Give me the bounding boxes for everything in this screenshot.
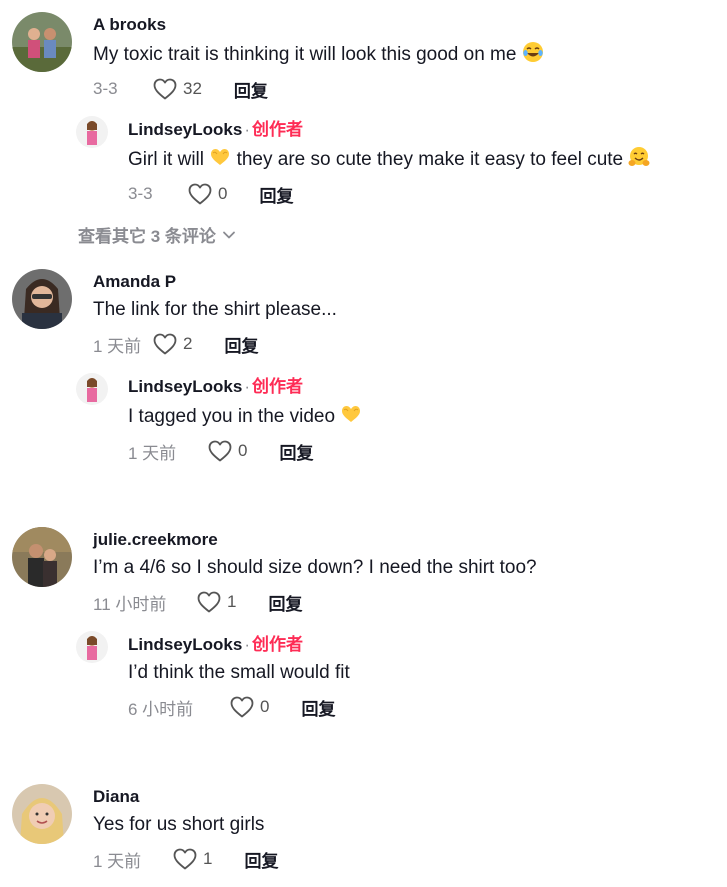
avatar[interactable] xyxy=(76,116,108,148)
username-row: LindseyLooks · 创作者 xyxy=(128,377,362,397)
comment-meta: 3-3 32 回复 xyxy=(93,77,544,101)
username[interactable]: LindseyLooks xyxy=(128,635,242,654)
like-count: 0 xyxy=(238,441,248,460)
comment-text: I tagged you in the video xyxy=(128,403,362,429)
reply-button[interactable]: 回复 xyxy=(224,332,258,357)
comment-text: The link for the shirt please... xyxy=(93,299,337,320)
heart-hands-emoji-icon xyxy=(340,403,362,425)
heart-icon xyxy=(208,440,232,462)
separator: · xyxy=(244,120,250,139)
username[interactable]: LindseyLooks xyxy=(128,377,242,396)
creator-badge: 创作者 xyxy=(251,377,303,396)
like-button[interactable]: 0 xyxy=(188,183,227,205)
comment-text: I’d think the small would fit xyxy=(128,662,350,683)
comment-date: 3-3 xyxy=(128,184,153,203)
comment-date: 11 小时前 xyxy=(93,594,167,614)
heart-icon xyxy=(197,591,221,613)
heart-icon xyxy=(153,333,177,355)
like-count: 1 xyxy=(227,592,237,611)
reply-button[interactable]: 回复 xyxy=(259,182,293,207)
reply-button[interactable]: 回复 xyxy=(234,77,268,102)
reply-button[interactable]: 回复 xyxy=(268,590,302,615)
like-button[interactable]: 0 xyxy=(208,440,247,462)
comment-meta: 11 小时前 1 回复 xyxy=(93,590,537,614)
comment-meta: 6 小时前 0 回复 xyxy=(128,695,350,719)
avatar[interactable] xyxy=(76,631,108,663)
separator: · xyxy=(244,377,250,396)
comment-meta: 1 天前 0 回复 xyxy=(128,439,362,463)
heart-icon xyxy=(188,183,212,205)
hugging-face-emoji-icon xyxy=(628,146,650,168)
comment: julie.creekmore I’m a 4/6 so I should si… xyxy=(93,530,537,614)
comment-date: 3-3 xyxy=(93,79,118,98)
username[interactable]: LindseyLooks xyxy=(128,120,242,139)
separator: · xyxy=(244,635,250,654)
heart-icon xyxy=(153,78,177,100)
avatar[interactable] xyxy=(76,373,108,405)
comment: Amanda P The link for the shirt please..… xyxy=(93,272,337,356)
like-button[interactable]: 2 xyxy=(153,333,192,355)
like-count: 0 xyxy=(218,184,228,203)
reply-comment: LindseyLooks · 创作者 I’d think the small wou… xyxy=(128,635,350,719)
tears-of-joy-emoji-icon xyxy=(522,41,544,63)
comment-text: Girl it will they are so cute they make … xyxy=(128,146,650,172)
like-count: 32 xyxy=(183,79,202,98)
like-count: 1 xyxy=(203,849,213,868)
like-button[interactable]: 0 xyxy=(230,696,269,718)
username[interactable]: julie.creekmore xyxy=(93,530,537,550)
avatar[interactable] xyxy=(12,784,72,844)
like-button[interactable]: 1 xyxy=(173,848,212,870)
comment: Diana Yes for us short girls 1 天前 1 回复 xyxy=(93,787,278,871)
username[interactable]: Amanda P xyxy=(93,272,337,292)
reply-comment: LindseyLooks · 创作者 I tagged you in the vid… xyxy=(128,377,362,463)
username-row: LindseyLooks · 创作者 xyxy=(128,120,650,140)
comment-date: 1 天前 xyxy=(128,443,177,463)
comment-meta: 1 天前 2 回复 xyxy=(93,332,337,356)
avatar[interactable] xyxy=(12,12,72,72)
view-more-replies-button[interactable]: 查看其它 3 条评论 xyxy=(78,222,236,247)
username-row: LindseyLooks · 创作者 xyxy=(128,635,350,655)
avatar[interactable] xyxy=(12,269,72,329)
comment-text: Yes for us short girls xyxy=(93,814,265,835)
username[interactable]: A brooks xyxy=(93,15,544,35)
comment-meta: 3-3 0 回复 xyxy=(128,182,650,206)
heart-icon xyxy=(173,848,197,870)
comment-text: My toxic trait is thinking it will look … xyxy=(93,41,544,67)
creator-badge: 创作者 xyxy=(251,635,303,654)
creator-badge: 创作者 xyxy=(251,120,303,139)
reply-button[interactable]: 回复 xyxy=(279,439,313,464)
view-more-label: 查看其它 3 条评论 xyxy=(78,227,216,246)
like-count: 0 xyxy=(260,697,270,716)
heart-hands-emoji-icon xyxy=(209,146,231,168)
comment-meta: 1 天前 1 回复 xyxy=(93,847,278,871)
comment: A brooks My toxic trait is thinking it w… xyxy=(93,15,544,101)
comment-date: 1 天前 xyxy=(93,336,142,356)
avatar[interactable] xyxy=(12,527,72,587)
reply-button[interactable]: 回复 xyxy=(301,695,335,720)
chevron-down-icon xyxy=(223,231,235,238)
like-count: 2 xyxy=(183,334,193,353)
comment-date: 1 天前 xyxy=(93,851,142,871)
comment-text: I’m a 4/6 so I should size down? I need … xyxy=(93,557,537,578)
like-button[interactable]: 32 xyxy=(153,78,202,100)
reply-button[interactable]: 回复 xyxy=(244,847,278,872)
comment-date: 6 小时前 xyxy=(128,699,194,719)
reply-comment: LindseyLooks · 创作者 Girl it will they are s… xyxy=(128,120,650,206)
like-button[interactable]: 1 xyxy=(197,591,236,613)
username[interactable]: Diana xyxy=(93,787,278,807)
heart-icon xyxy=(230,696,254,718)
